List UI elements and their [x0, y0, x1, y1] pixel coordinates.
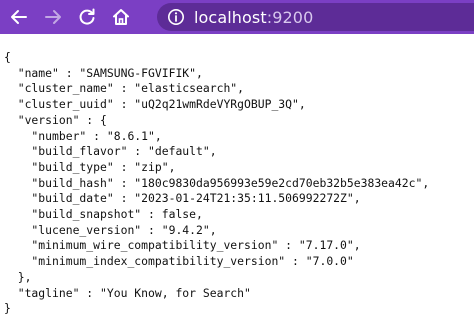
back-button[interactable] [2, 0, 36, 34]
json-line: "build_snapshot" : false, [4, 207, 203, 222]
json-line: "version" : { [4, 112, 107, 127]
json-line: "cluster_uuid" : "uQ2q21wmRdeVYRgOBUP_3Q… [4, 97, 306, 112]
home-icon [113, 9, 129, 25]
forward-button[interactable] [36, 0, 70, 34]
info-circle-icon[interactable] [166, 7, 186, 27]
json-line: "tagline" : "You Know, for Search" [4, 285, 251, 300]
json-line: "build_flavor" : "default", [4, 144, 217, 159]
url-host: localhost [194, 7, 267, 27]
json-line: "minimum_index_compatibility_version" : … [4, 254, 354, 269]
arrow-left-icon [11, 10, 27, 24]
browser-toolbar: localhost:9200 [0, 0, 474, 34]
url-port: :9200 [266, 7, 314, 27]
json-line: } [4, 301, 11, 316]
arrow-right-icon [45, 10, 61, 24]
reload-button[interactable] [70, 0, 104, 34]
json-line: }, [4, 269, 32, 284]
json-line: "build_hash" : "180c9830da956993e59e2cd7… [4, 175, 430, 190]
json-line: { [4, 50, 11, 64]
reload-icon [79, 8, 95, 25]
json-line: "minimum_wire_compatibility_version" : "… [4, 238, 361, 253]
home-button[interactable] [104, 0, 138, 34]
json-line: "build_date" : "2023-01-24T21:35:11.5069… [4, 191, 361, 206]
json-line: "name" : "SAMSUNG-FGVIFIK", [4, 65, 203, 80]
json-line: "number" : "8.6.1", [4, 128, 162, 143]
json-line: "cluster_name" : "elasticsearch", [4, 81, 245, 96]
json-response-body: { "name" : "SAMSUNG-FGVIFIK", "cluster_n… [4, 50, 429, 317]
address-bar[interactable]: localhost:9200 [157, 3, 474, 31]
json-line: "build_type" : "zip", [4, 159, 176, 174]
json-line: "lucene_version" : "9.4.2", [4, 222, 217, 237]
url-text[interactable]: localhost:9200 [194, 8, 313, 27]
